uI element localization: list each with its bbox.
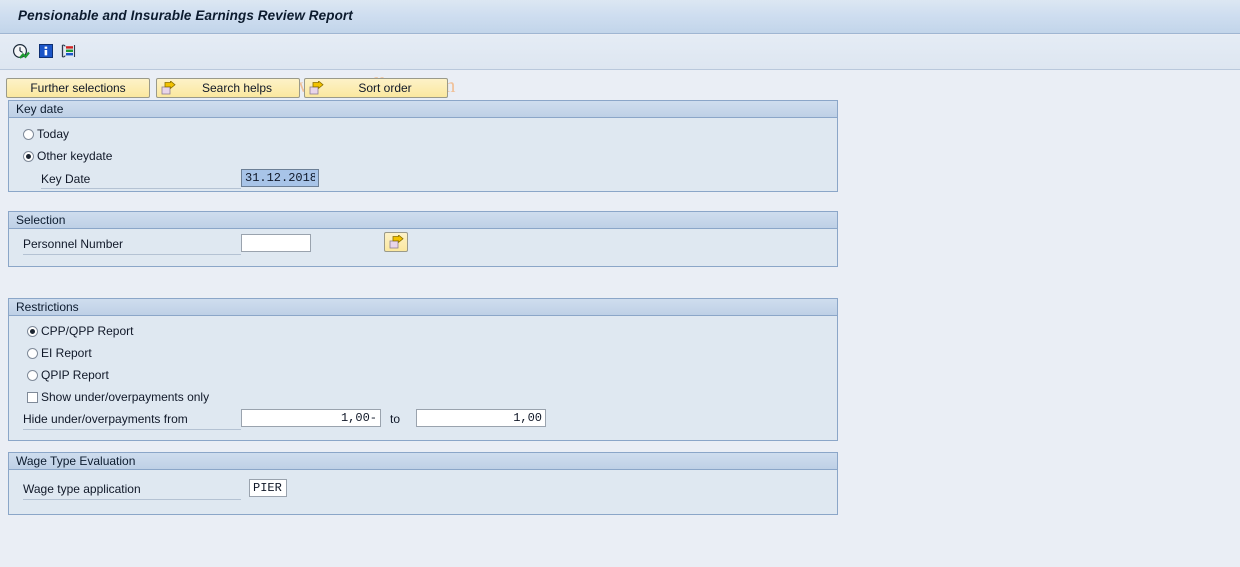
radio-qpip-report-indicator <box>27 369 38 381</box>
checkbox-show-under-overpayments-only-indicator <box>27 391 38 403</box>
personnel-number-input[interactable] <box>241 234 311 252</box>
radio-qpip-report-label: QPIP Report <box>41 368 109 382</box>
checkbox-show-under-overpayments-only[interactable]: Show under/overpayments only <box>27 390 209 404</box>
radio-ei-report-indicator <box>27 347 38 359</box>
restrictions-group: Restrictions CPP/QPP Report EI Report QP… <box>8 298 838 441</box>
search-helps-button[interactable]: Search helps <box>156 78 300 98</box>
sort-order-button[interactable]: Sort order <box>304 78 448 98</box>
checkbox-show-under-overpayments-only-label: Show under/overpayments only <box>41 390 210 404</box>
execute-clock-icon[interactable] <box>12 43 30 61</box>
selection-group: Selection Personnel Number <box>8 211 838 267</box>
hide-from-input[interactable] <box>241 409 381 427</box>
radio-today-indicator <box>23 128 34 140</box>
page-title: Pensionable and Insurable Earnings Revie… <box>18 8 353 23</box>
key-date-input[interactable] <box>241 169 319 187</box>
radio-cpp-qpp-report[interactable]: CPP/QPP Report <box>27 324 133 338</box>
radio-today[interactable]: Today <box>23 127 69 141</box>
variant-icon[interactable] <box>60 43 78 61</box>
radio-other-keydate-label: Other keydate <box>37 149 113 163</box>
radio-cpp-qpp-report-indicator <box>27 325 38 337</box>
application-toolbar: © www.tutorialkart.com <box>0 35 1240 97</box>
hide-range-to-label: to <box>390 412 401 426</box>
window-title-bar: Pensionable and Insurable Earnings Revie… <box>0 0 1240 34</box>
wage-type-application-input[interactable] <box>249 479 287 497</box>
personnel-number-label: Personnel Number <box>23 237 124 251</box>
info-icon[interactable] <box>38 43 56 61</box>
personnel-number-label-underline <box>23 254 241 255</box>
restrictions-group-header: Restrictions <box>9 299 837 316</box>
key-date-label: Key Date <box>41 172 91 186</box>
wage-type-application-label: Wage type application <box>23 482 141 496</box>
further-selections-button[interactable]: Further selections <box>6 78 150 98</box>
selection-group-header: Selection <box>9 212 837 229</box>
arrow-right-icon <box>389 235 404 249</box>
wage-type-evaluation-group-header: Wage Type Evaluation <box>9 453 837 470</box>
key-date-group-header: Key date <box>9 101 837 118</box>
radio-cpp-qpp-report-label: CPP/QPP Report <box>41 324 134 338</box>
radio-other-keydate-indicator <box>23 150 34 162</box>
key-date-group: Key date Today Other keydate Key Date <box>8 100 838 192</box>
key-date-label-underline <box>41 188 241 189</box>
sort-order-label: Sort order <box>358 81 412 95</box>
wage-type-evaluation-group: Wage Type Evaluation Wage type applicati… <box>8 452 838 515</box>
hide-under-overpayments-label: Hide under/overpayments from <box>23 412 188 426</box>
personnel-number-multi-select-button[interactable] <box>384 232 408 252</box>
hide-under-overpayments-label-underline <box>23 429 241 430</box>
further-selections-label: Further selections <box>30 81 126 95</box>
arrow-right-icon <box>309 80 324 96</box>
arrow-right-icon <box>161 80 176 96</box>
hide-to-input[interactable] <box>416 409 546 427</box>
radio-ei-report[interactable]: EI Report <box>27 346 92 360</box>
search-helps-label: Search helps <box>201 81 273 95</box>
radio-other-keydate[interactable]: Other keydate <box>23 149 112 163</box>
radio-ei-report-label: EI Report <box>41 346 92 360</box>
radio-qpip-report[interactable]: QPIP Report <box>27 368 109 382</box>
wage-type-application-label-underline <box>23 499 241 500</box>
radio-today-label: Today <box>37 127 70 141</box>
